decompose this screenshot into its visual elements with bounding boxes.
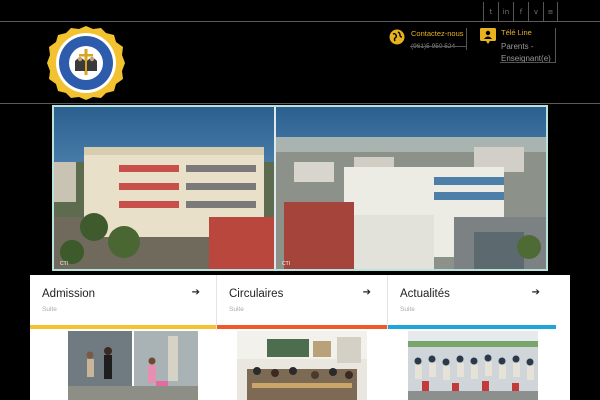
vimeo-icon[interactable]: v xyxy=(528,2,543,21)
arrow-right-icon[interactable]: ➔ xyxy=(363,287,371,298)
divider xyxy=(466,28,467,50)
top-bar: t in f v ≡ xyxy=(0,0,600,22)
twitter-icon[interactable]: t xyxy=(483,2,498,21)
circulaires-photo[interactable] xyxy=(237,331,367,400)
divider xyxy=(555,28,556,62)
card-link[interactable]: Suite xyxy=(42,306,57,313)
hero-image: CTI CTI xyxy=(52,105,548,271)
feature-cards: Admission ➔ Suite Circulaires ➔ Suite Ac… xyxy=(30,275,570,400)
linkedin-icon[interactable]: in xyxy=(498,2,513,21)
divider xyxy=(410,46,466,47)
site-header: Contactez-nous (961)5 950 524 Télé Line … xyxy=(0,22,600,104)
card-link[interactable]: Suite xyxy=(400,306,415,313)
card-accent-bar xyxy=(217,325,387,329)
arrow-right-icon[interactable]: ➔ xyxy=(192,287,200,298)
card-title[interactable]: Admission xyxy=(42,288,95,300)
svg-text:CTI: CTI xyxy=(60,261,68,267)
divider xyxy=(500,62,556,63)
school-aerial-photo: CTI CTI xyxy=(54,107,546,269)
card-actualites[interactable]: Actualités ➔ Suite xyxy=(388,275,556,400)
contact-title[interactable]: Contactez-nous xyxy=(411,28,464,39)
contact-card-icon xyxy=(480,28,496,44)
teleline-title[interactable]: Télé Line xyxy=(501,28,532,37)
card-accent-bar xyxy=(30,325,216,329)
card-admission[interactable]: Admission ➔ Suite xyxy=(30,275,216,400)
svg-text:CTI: CTI xyxy=(282,261,290,267)
facebook-icon[interactable]: f xyxy=(513,2,528,21)
arrow-right-icon[interactable]: ➔ xyxy=(532,287,540,298)
social-links: t in f v ≡ xyxy=(483,2,558,21)
actualites-photo[interactable] xyxy=(408,331,538,400)
card-accent-bar xyxy=(388,325,556,329)
card-link[interactable]: Suite xyxy=(229,306,244,313)
contact-block[interactable]: Contactez-nous (961)5 950 524 xyxy=(389,28,467,52)
card-title[interactable]: Actualités xyxy=(400,288,450,300)
card-circulaires[interactable]: Circulaires ➔ Suite xyxy=(217,275,387,400)
rss-icon[interactable]: ≡ xyxy=(543,2,558,21)
page: t in f v ≡ Contactez-nous Télé Line Pare… xyxy=(0,0,600,400)
card-title[interactable]: Circulaires xyxy=(229,288,283,300)
globe-icon xyxy=(389,29,405,45)
school-logo[interactable] xyxy=(46,25,126,101)
admission-photo[interactable] xyxy=(68,331,198,400)
